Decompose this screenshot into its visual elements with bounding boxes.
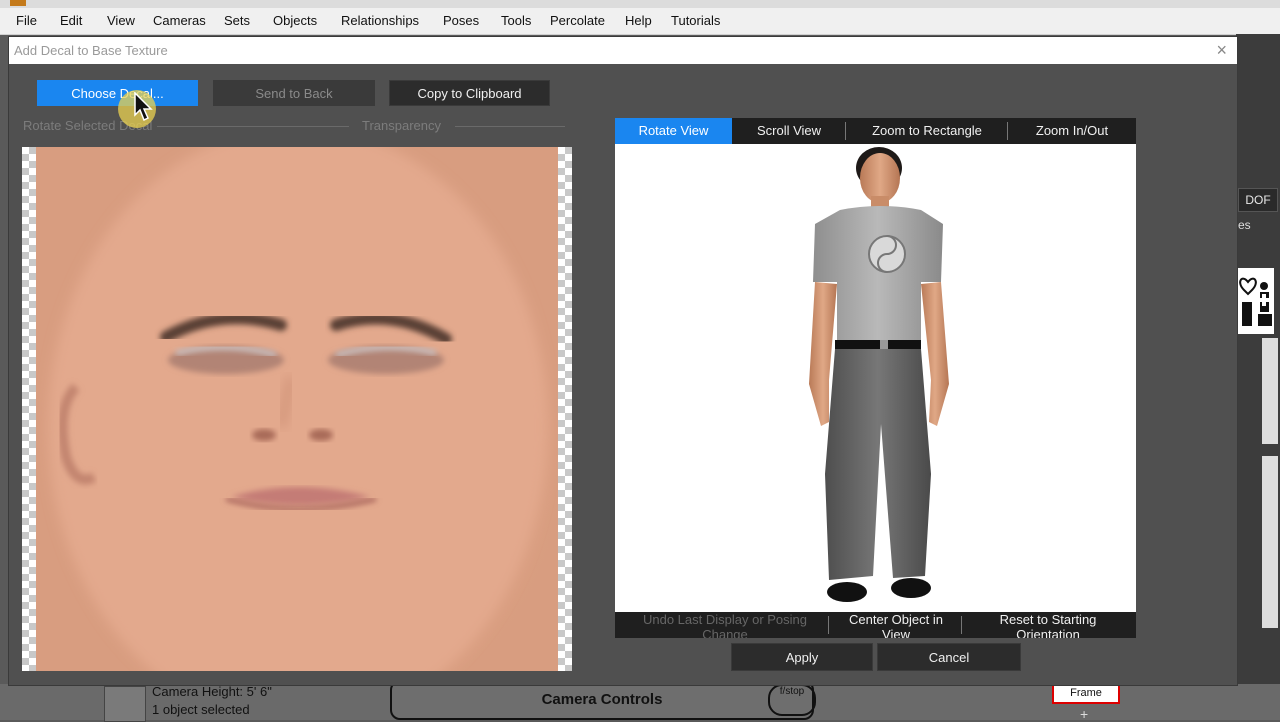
figure-viewport[interactable] xyxy=(615,144,1136,612)
transparency-checker-left xyxy=(22,147,36,671)
undo-last-change-button[interactable]: Undo Last Display or Posing Change xyxy=(635,612,815,638)
menu-sets[interactable]: Sets xyxy=(224,13,250,28)
menu-tools[interactable]: Tools xyxy=(501,13,531,28)
texture-canvas[interactable] xyxy=(22,147,572,671)
menu-bar: File Edit View Cameras Sets Objects Rela… xyxy=(0,8,1280,35)
menu-relationships[interactable]: Relationships xyxy=(341,13,419,28)
app-icon xyxy=(10,0,26,6)
face-texture-image xyxy=(36,147,558,671)
panel-scrollbar[interactable] xyxy=(1262,338,1278,444)
face-features xyxy=(48,147,548,671)
objects-selected-label: 1 object selected xyxy=(152,702,250,717)
menu-tutorials[interactable]: Tutorials xyxy=(671,13,720,28)
panel-scrollbar-lower[interactable] xyxy=(1262,456,1278,628)
menu-help[interactable]: Help xyxy=(625,13,652,28)
menu-poses[interactable]: Poses xyxy=(443,13,479,28)
transparency-checker-right xyxy=(558,147,572,671)
action-divider xyxy=(961,616,962,634)
tab-zoom-to-rectangle[interactable]: Zoom to Rectangle xyxy=(846,118,1008,144)
view-tabs: Rotate View Scroll View Zoom to Rectangl… xyxy=(615,118,1136,144)
panel-label: es xyxy=(1238,218,1251,232)
dialog-titlebar: Add Decal to Base Texture × xyxy=(9,37,1237,64)
menu-file[interactable]: File xyxy=(16,13,37,28)
tab-scroll-view[interactable]: Scroll View xyxy=(732,118,846,144)
cancel-button[interactable]: Cancel xyxy=(877,643,1021,671)
center-object-button[interactable]: Center Object in View xyxy=(835,612,957,638)
dof-button[interactable]: DOF xyxy=(1238,188,1278,212)
camera-height-label: Camera Height: 5' 6" xyxy=(152,684,272,699)
menu-edit[interactable]: Edit xyxy=(60,13,82,28)
copy-to-clipboard-button[interactable]: Copy to Clipboard xyxy=(389,80,550,106)
close-icon[interactable]: × xyxy=(1216,40,1227,60)
choose-decal-button[interactable]: Choose Decal... xyxy=(37,80,198,106)
rotate-decal-slider[interactable] xyxy=(157,126,349,127)
add-decal-dialog: Add Decal to Base Texture × Choose Decal… xyxy=(8,36,1238,686)
heart-figure-icon xyxy=(1239,277,1272,326)
reset-orientation-button[interactable]: Reset to Starting Orientation xyxy=(975,612,1121,638)
camera-controls-panel[interactable]: Camera Controls xyxy=(390,680,814,720)
transparency-label: Transparency xyxy=(362,118,441,133)
menu-objects[interactable]: Objects xyxy=(273,13,317,28)
tab-zoom-in-out[interactable]: Zoom In/Out xyxy=(1008,118,1136,144)
dialog-title: Add Decal to Base Texture xyxy=(14,43,168,58)
mouse-pointer-icon xyxy=(134,92,153,122)
tab-rotate-view[interactable]: Rotate View xyxy=(615,118,732,144)
app-title-strip xyxy=(0,0,1280,8)
menu-view[interactable]: View xyxy=(107,13,135,28)
transparency-slider[interactable] xyxy=(455,126,565,127)
action-divider xyxy=(828,616,829,634)
fstop-button[interactable]: f/stop xyxy=(768,684,816,716)
apply-button[interactable]: Apply xyxy=(731,643,873,671)
menu-cameras[interactable]: Cameras xyxy=(153,13,206,28)
camera-thumbnail xyxy=(104,686,146,722)
figure-icons[interactable] xyxy=(1238,268,1274,334)
male-figure-model xyxy=(809,147,949,602)
menu-percolate[interactable]: Percolate xyxy=(550,13,605,28)
view-actions-bar: Undo Last Display or Posing Change Cente… xyxy=(615,612,1136,638)
camera-controls-label: Camera Controls xyxy=(541,691,663,708)
send-to-back-button[interactable]: Send to Back xyxy=(213,80,375,106)
